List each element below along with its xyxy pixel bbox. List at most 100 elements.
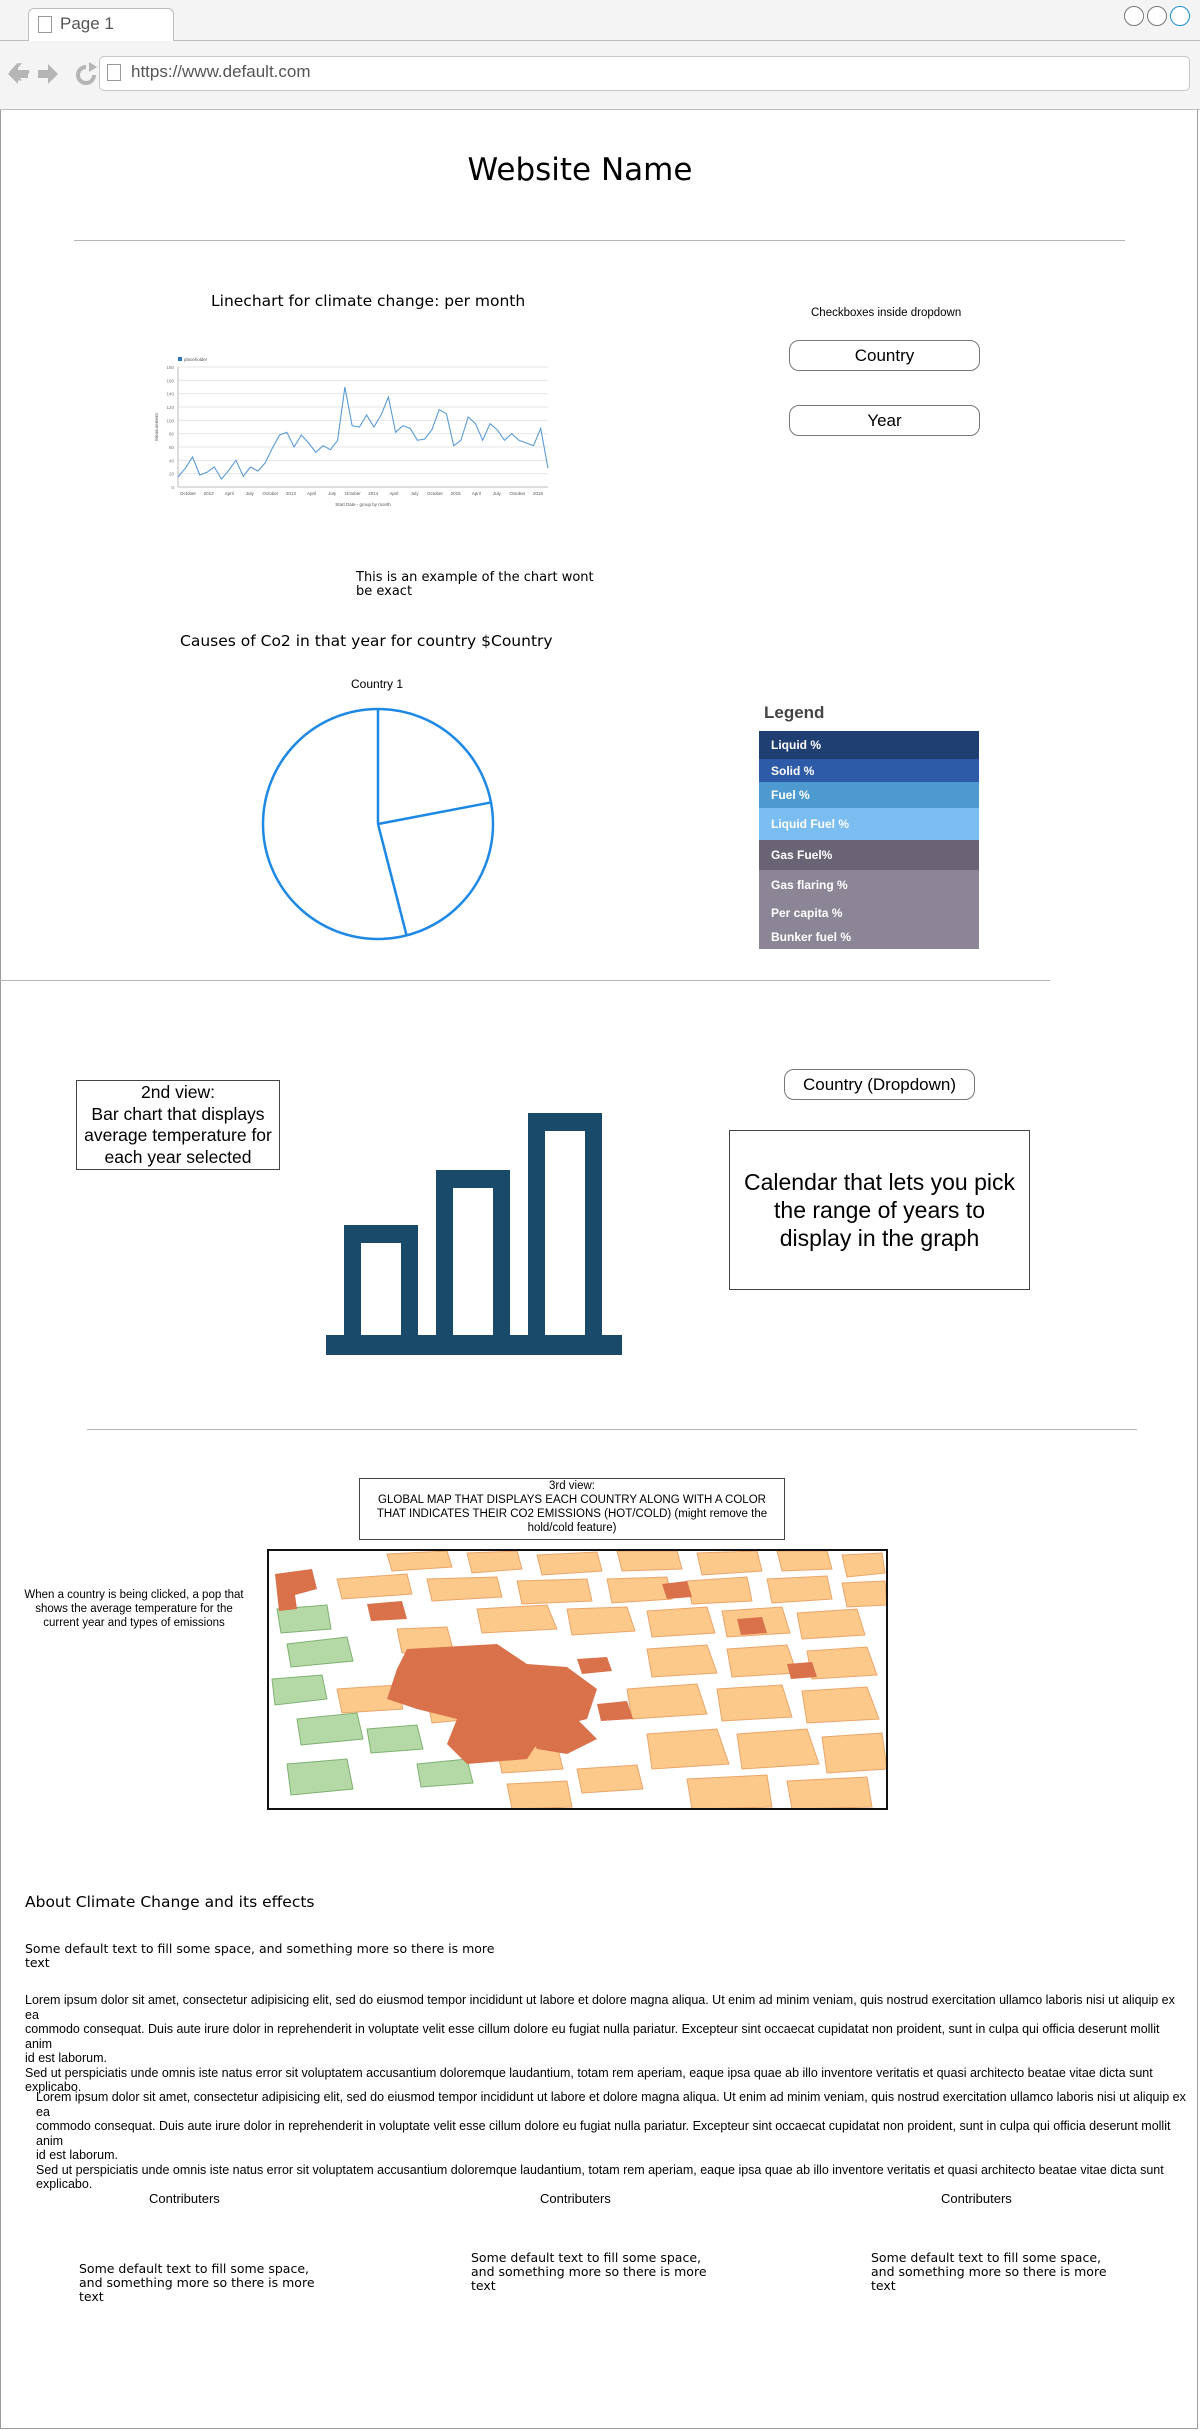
bar-chart-icon xyxy=(326,1113,622,1355)
filters-caption: Checkboxes inside dropdown xyxy=(811,307,962,319)
y-tick-label: 120 xyxy=(166,405,174,410)
legend-label: placeholder xyxy=(184,357,208,362)
pie-chart-title: Country 1 xyxy=(351,677,404,691)
contributor-line: Some default text to fill some space, xyxy=(471,2250,701,2265)
x-tick-label: 2013 xyxy=(286,491,297,496)
x-axis-label: Start Date - group by month xyxy=(335,502,391,507)
url-text[interactable]: https://www.default.com xyxy=(131,62,311,82)
contributor-text: Some default text to fill some space, an… xyxy=(471,2251,707,2293)
y-tick-label: 180 xyxy=(166,365,174,370)
pie-section-title: Causes of Co2 in that year for country $… xyxy=(180,632,553,650)
back-arrow-icon xyxy=(8,64,28,84)
tab-title: Page 1 xyxy=(60,14,114,33)
view2-description-line: Bar chart that displays xyxy=(91,1103,265,1124)
x-tick-label: 2015 xyxy=(451,491,462,496)
paragraph-line: Lorem ipsum dolor sit amet, consectetur … xyxy=(36,2090,1186,2119)
paragraph-line: Sed ut perspiciatis unde omnis iste natu… xyxy=(36,2162,1164,2177)
forward-arrow-icon xyxy=(38,64,58,84)
legend-item: Liquid % xyxy=(759,731,979,759)
country-dropdown-button[interactable]: Country xyxy=(789,340,980,371)
y-tick-label: 100 xyxy=(166,418,174,423)
x-tick-label: July xyxy=(493,491,502,496)
contributor-line: and something more so there is more xyxy=(471,2264,707,2279)
nav-controls xyxy=(8,62,97,85)
y-tick-label: 40 xyxy=(169,458,175,463)
view2-description-line: 2nd view: xyxy=(141,1082,215,1102)
y-tick-label: 80 xyxy=(169,432,175,437)
x-tick-label: October xyxy=(180,491,197,496)
x-tick-label: October xyxy=(427,491,444,496)
country-dropdown[interactable]: Country (Dropdown) xyxy=(784,1069,975,1100)
y-tick-label: 60 xyxy=(169,445,175,450)
contributors-heading: Contributers xyxy=(149,2191,220,2206)
calendar-range-picker[interactable]: Calendar that lets you pick the range of… xyxy=(729,1130,1030,1290)
divider xyxy=(0,980,1050,981)
site-title: Website Name xyxy=(467,152,693,188)
x-tick-label: 2014 xyxy=(368,491,379,496)
pie-chart xyxy=(261,707,495,941)
calendar-line: Calendar that lets you pick xyxy=(743,1169,1016,1195)
close-icon[interactable] xyxy=(1170,6,1190,26)
contributor-line: text xyxy=(79,2289,104,2304)
x-tick-label: April xyxy=(307,491,316,496)
about-intro-line: text xyxy=(25,1955,50,1970)
x-tick-label: October xyxy=(345,491,362,496)
legend-item: Solid % xyxy=(759,759,979,782)
x-tick-label: 2012 xyxy=(204,491,215,496)
legend-swatch xyxy=(178,357,182,361)
calendar-line: the range of years to xyxy=(774,1197,985,1223)
click-note-line: current year and types of emissions xyxy=(43,1617,225,1629)
contributor-line: text xyxy=(871,2278,896,2293)
contributor-line: Some default text to fill some space, xyxy=(79,2261,309,2276)
map-caption-line: THAT INDICATES THEIR CO2 EMISSIONS (HOT/… xyxy=(376,1508,768,1520)
paragraph-line: commodo consequat. Duis aute irure dolor… xyxy=(25,2022,1160,2051)
legend-title: Legend xyxy=(764,703,825,722)
contributors-heading: Contributers xyxy=(941,2191,1012,2206)
linechart-title: Linechart for climate change: per month xyxy=(211,292,526,310)
paragraph-line: explicabo. xyxy=(36,2177,93,2191)
x-tick-label: April xyxy=(225,491,234,496)
map-caption-line: 3rd view: xyxy=(548,1480,596,1492)
x-tick-label: July xyxy=(246,491,255,496)
y-tick-label: 0 xyxy=(171,485,174,490)
contributor-line: and something more so there is more xyxy=(871,2264,1107,2279)
x-tick-label: 2016 xyxy=(533,491,544,496)
contributors-heading: Contributers xyxy=(540,2191,611,2206)
calendar-line: display in the graph xyxy=(779,1225,980,1251)
click-note-line: When a country is being clicked, a pop t… xyxy=(24,1589,244,1601)
paragraph-line: Lorem ipsum dolor sit amet, consectetur … xyxy=(25,1993,1175,2022)
series-line xyxy=(177,386,549,480)
about-paragraph-2: Lorem ipsum dolor sit amet, consectetur … xyxy=(36,2090,1196,2192)
contributor-text: Some default text to fill some space, an… xyxy=(871,2251,1107,2293)
about-intro: Some default text to fill some space, an… xyxy=(25,1942,494,1970)
view2-description-line: average temperature for xyxy=(84,1125,272,1145)
world-map[interactable] xyxy=(267,1549,888,1810)
x-tick-label: July xyxy=(410,491,419,496)
divider xyxy=(74,240,1125,241)
contributor-line: Some default text to fill some space, xyxy=(871,2250,1101,2265)
legend-item: Liquid Fuel % xyxy=(759,808,979,840)
contributor-line: and something more so there is more xyxy=(79,2275,315,2290)
legend-item: Gas Fuel% xyxy=(759,840,979,870)
paragraph-line: commodo consequat. Duis aute irure dolor… xyxy=(36,2119,1171,2148)
paragraph-line: id est laborum. xyxy=(36,2148,118,2162)
x-tick-label: October xyxy=(509,491,526,496)
maximize-icon[interactable] xyxy=(1147,6,1167,26)
x-tick-label: October xyxy=(262,491,279,496)
map-caption: 3rd view: GLOBAL MAP THAT DISPLAYS EACH … xyxy=(359,1478,785,1540)
click-note-line: shows the average temperature for the xyxy=(35,1603,233,1615)
line-chart: 0 20 40 60 80 100 120 140 160 180 October 2012 April… xyxy=(154,357,549,507)
y-tick-label: 160 xyxy=(166,378,174,383)
map-click-note: When a country is being clicked, a pop t… xyxy=(0,1588,268,1630)
y-axis-label: Measurement xyxy=(154,412,159,440)
legend-item: Bunker fuel % xyxy=(759,925,979,949)
view2-description-line: each year selected xyxy=(104,1146,252,1167)
about-intro-line: Some default text to fill some space, an… xyxy=(25,1941,495,1956)
about-paragraph-1: Lorem ipsum dolor sit amet, consectetur … xyxy=(25,1993,1185,2095)
chart-note: This is an example of the chart wont be … xyxy=(356,570,594,599)
x-tick-label: April xyxy=(472,491,481,496)
contributor-line: text xyxy=(471,2278,496,2293)
year-dropdown-button[interactable]: Year xyxy=(789,405,980,436)
minimize-icon[interactable] xyxy=(1124,6,1144,26)
legend-item: Gas flaring % xyxy=(759,870,979,900)
